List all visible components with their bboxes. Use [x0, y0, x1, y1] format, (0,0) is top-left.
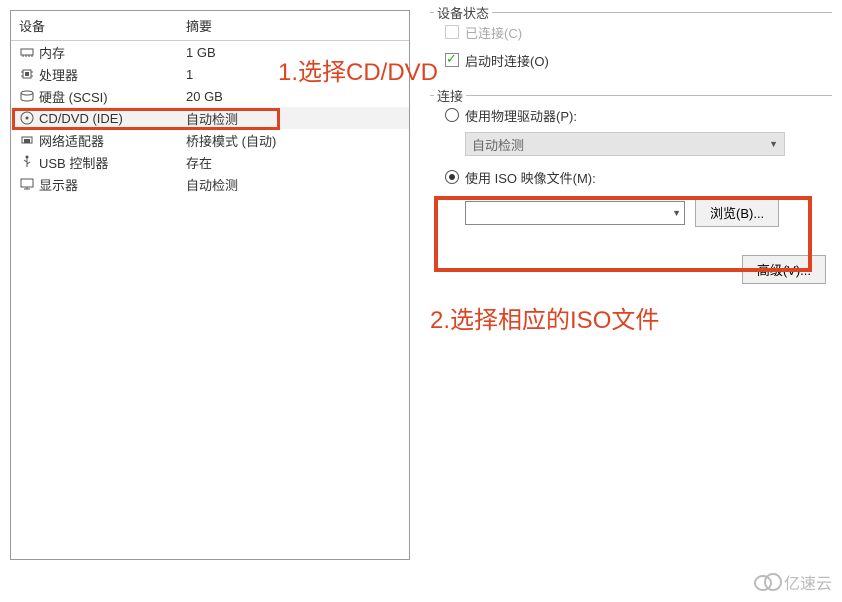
device-summary: 桥接模式 (自动)	[186, 131, 409, 150]
device-label: 硬盘 (SCSI)	[39, 87, 108, 106]
chevron-down-icon[interactable]: ▼	[672, 208, 681, 218]
device-label: 网络适配器	[39, 131, 104, 150]
iso-file-combobox[interactable]: ▼	[465, 201, 685, 225]
device-rows: 内存 1 GB 处理器 1 硬盘	[11, 41, 409, 559]
device-summary: 1 GB	[186, 45, 409, 60]
device-list-panel: 设备 摘要 内存 1 GB 处理器	[10, 10, 410, 560]
device-label: 内存	[39, 43, 65, 62]
cd-icon	[19, 110, 35, 126]
device-status-group: 设备状态 已连接(C) 启动时连接(O)	[430, 12, 832, 81]
column-header-device[interactable]: 设备	[11, 16, 186, 35]
connect-at-power-on-label[interactable]: 启动时连接(O)	[465, 51, 549, 70]
iso-file-radio[interactable]	[445, 170, 459, 184]
device-row-memory[interactable]: 内存 1 GB	[11, 41, 409, 63]
device-label: 处理器	[39, 65, 78, 84]
device-row-usb[interactable]: USB 控制器 存在	[11, 151, 409, 173]
device-settings-panel: 设备状态 已连接(C) 启动时连接(O) 连接 使用物理驱动器(P): 自动检测…	[430, 10, 832, 560]
connected-label: 已连接(C)	[465, 23, 522, 42]
connect-at-power-on-checkbox[interactable]	[445, 53, 459, 67]
watermark: 亿速云	[754, 570, 832, 594]
physical-drive-label[interactable]: 使用物理驱动器(P):	[465, 106, 577, 125]
display-icon	[19, 176, 35, 192]
cloud-icon	[754, 573, 780, 591]
browse-button[interactable]: 浏览(B)...	[695, 198, 779, 227]
device-label: CD/DVD (IDE)	[39, 111, 123, 126]
chevron-down-icon: ▼	[769, 139, 778, 149]
device-row-cpu[interactable]: 处理器 1	[11, 63, 409, 85]
device-list-header: 设备 摘要	[11, 11, 409, 41]
device-row-disk[interactable]: 硬盘 (SCSI) 20 GB	[11, 85, 409, 107]
memory-icon	[19, 44, 35, 60]
advanced-button[interactable]: 高级(V)...	[742, 255, 826, 284]
device-row-cddvd[interactable]: CD/DVD (IDE) 自动检测	[11, 107, 409, 129]
device-row-display[interactable]: 显示器 自动检测	[11, 173, 409, 195]
device-summary: 自动检测	[186, 175, 409, 194]
device-summary: 1	[186, 67, 409, 82]
physical-drive-radio[interactable]	[445, 108, 459, 122]
device-row-network[interactable]: 网络适配器 桥接模式 (自动)	[11, 129, 409, 151]
disk-icon	[19, 88, 35, 104]
device-summary: 存在	[186, 153, 409, 172]
usb-icon	[19, 154, 35, 170]
device-label: 显示器	[39, 175, 78, 194]
watermark-text: 亿速云	[784, 570, 832, 594]
device-summary: 20 GB	[186, 89, 409, 104]
connection-legend: 连接	[434, 86, 466, 105]
connected-checkbox	[445, 25, 459, 39]
device-status-legend: 设备状态	[434, 3, 492, 22]
connection-group: 连接 使用物理驱动器(P): 自动检测 ▼ 使用 ISO 映像文件(M): ▼ …	[430, 95, 832, 231]
column-header-summary[interactable]: 摘要	[186, 16, 409, 35]
device-label: USB 控制器	[39, 153, 108, 172]
iso-file-label[interactable]: 使用 ISO 映像文件(M):	[465, 168, 596, 187]
device-summary: 自动检测	[186, 109, 409, 128]
physical-drive-select: 自动检测 ▼	[465, 132, 785, 156]
physical-drive-value: 自动检测	[472, 135, 524, 154]
network-icon	[19, 132, 35, 148]
cpu-icon	[19, 66, 35, 82]
